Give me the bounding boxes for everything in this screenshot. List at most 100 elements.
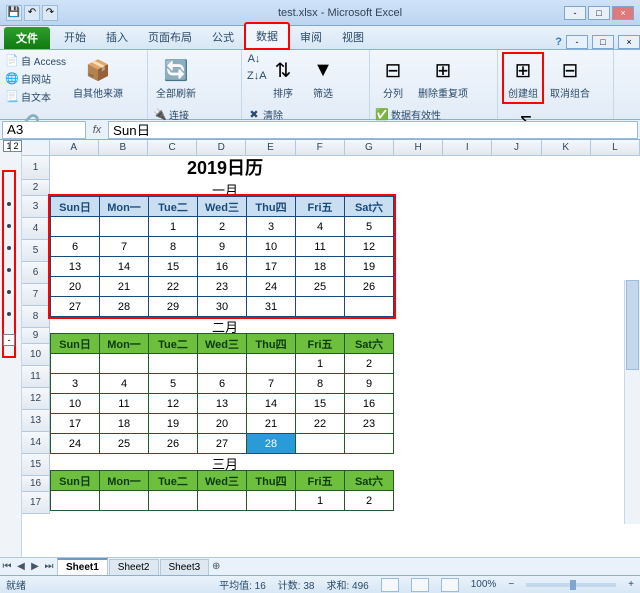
file-tab[interactable]: 文件 bbox=[4, 27, 50, 49]
name-box[interactable] bbox=[2, 121, 86, 139]
zoom-slider[interactable] bbox=[526, 583, 616, 587]
cal-cell[interactable]: 22 bbox=[149, 277, 198, 297]
sheet-tab-3[interactable]: Sheet3 bbox=[160, 559, 210, 575]
tab-insert[interactable]: 插入 bbox=[96, 25, 138, 49]
cal-cell[interactable]: 17 bbox=[247, 257, 296, 277]
cal-cell[interactable]: 21 bbox=[100, 277, 149, 297]
row-12[interactable]: 12 bbox=[22, 388, 50, 410]
tab-data[interactable]: 数据 bbox=[244, 22, 290, 50]
cal-cell[interactable] bbox=[198, 354, 247, 374]
col-D[interactable]: D bbox=[197, 140, 246, 155]
cal-cell[interactable]: 14 bbox=[247, 394, 296, 414]
cal-cell[interactable] bbox=[51, 354, 100, 374]
cal-cell[interactable] bbox=[247, 491, 296, 511]
add-sheet-button[interactable]: ⊕ bbox=[209, 561, 223, 572]
tab-formulas[interactable]: 公式 bbox=[202, 25, 244, 49]
zoom-out-button[interactable]: − bbox=[508, 579, 514, 590]
cal-cell[interactable] bbox=[296, 434, 345, 454]
cal-cell[interactable] bbox=[247, 354, 296, 374]
cal-cell[interactable]: 2 bbox=[345, 354, 394, 374]
cal-cell[interactable]: 13 bbox=[198, 394, 247, 414]
cal-cell[interactable]: 25 bbox=[296, 277, 345, 297]
tab-home[interactable]: 开始 bbox=[54, 25, 96, 49]
tab-review[interactable]: 审阅 bbox=[290, 25, 332, 49]
cal-cell[interactable]: 6 bbox=[51, 237, 100, 257]
cal-cell[interactable]: 15 bbox=[296, 394, 345, 414]
cal-cell[interactable]: 15 bbox=[149, 257, 198, 277]
cal-cell[interactable]: 21 bbox=[247, 414, 296, 434]
cal-cell[interactable]: 19 bbox=[149, 414, 198, 434]
sheet-tab-1[interactable]: Sheet1 bbox=[57, 558, 108, 575]
status-zoom[interactable]: 100% bbox=[471, 579, 497, 590]
row-16[interactable]: 16 bbox=[22, 476, 50, 492]
sort-button[interactable]: ⇅排序 bbox=[264, 52, 302, 104]
maximize-button[interactable]: □ bbox=[588, 6, 610, 20]
cal-cell[interactable]: 1 bbox=[296, 491, 345, 511]
tab-nav-prev[interactable]: ◀ bbox=[14, 561, 28, 572]
outline-collapse[interactable]: - bbox=[3, 334, 15, 346]
row-9[interactable]: 9 bbox=[22, 328, 50, 344]
cal-cell[interactable]: 23 bbox=[345, 414, 394, 434]
cal-cell[interactable]: 20 bbox=[51, 277, 100, 297]
cal-cell[interactable]: 9 bbox=[345, 374, 394, 394]
cal-cell[interactable]: 17 bbox=[51, 414, 100, 434]
cal-cell[interactable]: 11 bbox=[296, 237, 345, 257]
from-text-button[interactable]: 📃自文本 bbox=[4, 88, 67, 105]
cal-cell[interactable]: 10 bbox=[51, 394, 100, 414]
cal-cell[interactable]: 2 bbox=[345, 491, 394, 511]
cal-cell[interactable]: 14 bbox=[100, 257, 149, 277]
row-14[interactable]: 14 bbox=[22, 432, 50, 454]
row-5[interactable]: 5 bbox=[22, 240, 50, 262]
col-E[interactable]: E bbox=[246, 140, 295, 155]
row-3[interactable]: 3 bbox=[22, 196, 50, 218]
sort-za-button[interactable]: Z↓A bbox=[246, 69, 262, 85]
tab-nav-first[interactable]: ⏮ bbox=[0, 561, 14, 572]
from-other-button[interactable]: 📦自其他来源 bbox=[69, 52, 127, 104]
cal-cell[interactable]: 7 bbox=[247, 374, 296, 394]
view-break-button[interactable] bbox=[441, 578, 459, 592]
cal-cell[interactable] bbox=[149, 491, 198, 511]
doc-max-button[interactable]: □ bbox=[592, 35, 614, 49]
cal-cell[interactable]: 31 bbox=[247, 297, 296, 317]
sort-az-button[interactable]: A↓ bbox=[246, 52, 262, 68]
qat-undo[interactable]: ↶ bbox=[24, 5, 40, 21]
cal-cell[interactable] bbox=[51, 491, 100, 511]
row-13[interactable]: 13 bbox=[22, 410, 50, 432]
col-K[interactable]: K bbox=[542, 140, 591, 155]
cal-cell[interactable]: 28 bbox=[247, 434, 296, 454]
calendar-feb[interactable]: Sun日Mon一Tue二Wed三Thu四Fri五Sat六123456789101… bbox=[50, 333, 394, 454]
row-1[interactable]: 1 bbox=[22, 156, 50, 180]
cal-cell[interactable] bbox=[198, 491, 247, 511]
col-A[interactable]: A bbox=[50, 140, 99, 155]
row-10[interactable]: 10 bbox=[22, 344, 50, 366]
qat-save[interactable]: 💾 bbox=[6, 5, 22, 21]
cal-cell[interactable]: 10 bbox=[247, 237, 296, 257]
cal-cell[interactable]: 20 bbox=[198, 414, 247, 434]
cal-cell[interactable]: 4 bbox=[296, 217, 345, 237]
doc-min-button[interactable]: - bbox=[566, 35, 588, 49]
col-J[interactable]: J bbox=[492, 140, 541, 155]
cal-cell[interactable]: 3 bbox=[247, 217, 296, 237]
tab-nav-next[interactable]: ▶ bbox=[28, 561, 42, 572]
cal-cell[interactable]: 30 bbox=[198, 297, 247, 317]
cal-cell[interactable] bbox=[149, 354, 198, 374]
cal-cell[interactable] bbox=[345, 297, 394, 317]
from-web-button[interactable]: 🌐自网站 bbox=[4, 70, 67, 87]
row-8[interactable]: 8 bbox=[22, 306, 50, 328]
cal-cell[interactable]: 13 bbox=[51, 257, 100, 277]
cal-cell[interactable]: 25 bbox=[100, 434, 149, 454]
grid[interactable]: A B C D E F G H I J K L 1234567891011121… bbox=[22, 140, 640, 560]
cal-cell[interactable]: 26 bbox=[149, 434, 198, 454]
cal-cell[interactable]: 11 bbox=[100, 394, 149, 414]
cal-cell[interactable] bbox=[100, 217, 149, 237]
cal-cell[interactable]: 9 bbox=[198, 237, 247, 257]
doc-close-button[interactable]: × bbox=[618, 35, 640, 49]
col-C[interactable]: C bbox=[148, 140, 197, 155]
col-B[interactable]: B bbox=[99, 140, 148, 155]
col-I[interactable]: I bbox=[443, 140, 492, 155]
col-L[interactable]: L bbox=[591, 140, 640, 155]
cal-cell[interactable] bbox=[51, 217, 100, 237]
cal-cell[interactable]: 12 bbox=[149, 394, 198, 414]
sheet-tab-2[interactable]: Sheet2 bbox=[109, 559, 159, 575]
row-15[interactable]: 15 bbox=[22, 454, 50, 476]
